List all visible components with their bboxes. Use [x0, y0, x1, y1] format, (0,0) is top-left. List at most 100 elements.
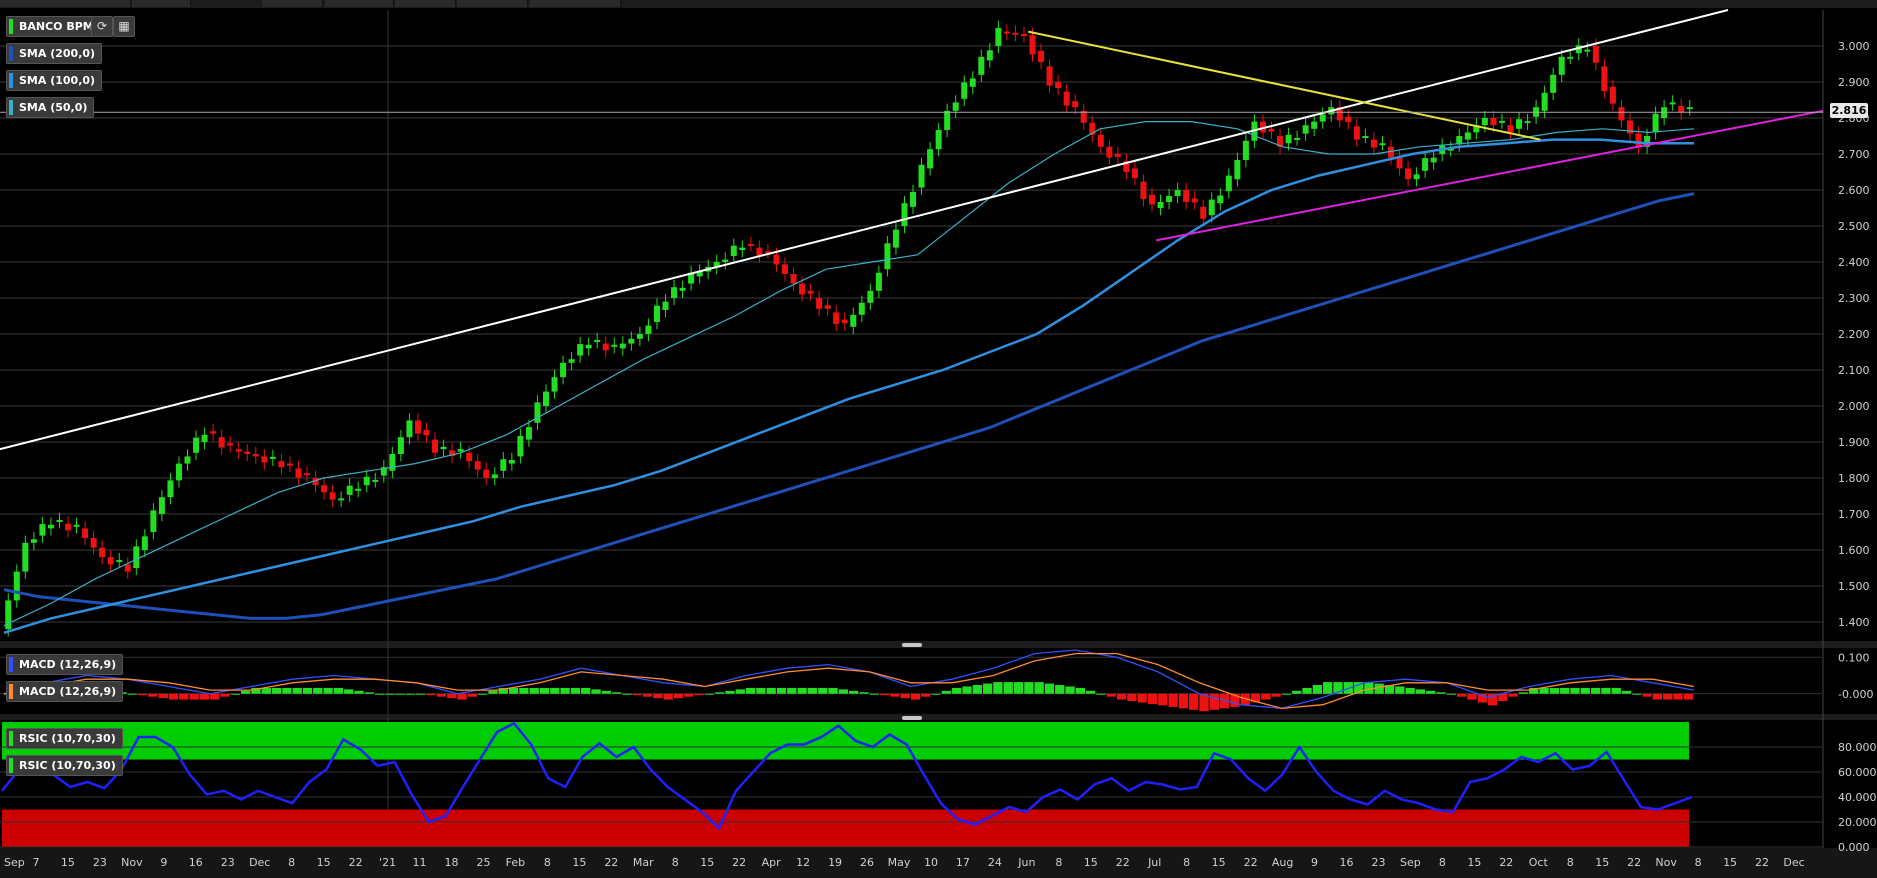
legend-rsi[interactable]: RSIC (10,70,30): [6, 728, 123, 749]
instrument-legend[interactable]: BANCO BPM: [6, 16, 101, 37]
macd-hist-bar: [632, 693, 642, 696]
candle-body: [227, 443, 234, 446]
x-tick-label: 9: [1311, 856, 1318, 869]
candle-body: [1524, 121, 1531, 124]
panel-resize-handle[interactable]: [902, 716, 922, 720]
candle-body: [1038, 50, 1045, 63]
panel-resize-handle[interactable]: [902, 643, 922, 647]
candle-body: [474, 461, 481, 470]
macd-hist-bar: [302, 687, 313, 694]
macd-hist-bar: [1024, 682, 1034, 694]
macd-hist-bar: [1075, 687, 1086, 694]
macd-hist-bar: [127, 693, 137, 695]
price-tick-label: 2.600: [1838, 184, 1870, 197]
legend-sma100[interactable]: SMA (100,0): [6, 70, 103, 91]
candle-body: [961, 82, 968, 99]
price-tick-label: 1.800: [1838, 472, 1870, 485]
candle-body: [1601, 66, 1608, 92]
macd-hist-bar: [982, 683, 993, 694]
candle-body: [389, 454, 396, 471]
candle-body: [1353, 126, 1360, 140]
candle-body: [210, 431, 217, 434]
x-tick-label: '21: [379, 856, 396, 869]
x-tick-label: 15: [1467, 856, 1481, 869]
candle-body: [1319, 114, 1326, 122]
macd-hist-bar: [735, 689, 745, 694]
rsi-oversold-band: [2, 809, 1689, 847]
x-tick-label: 16: [189, 856, 203, 869]
legend-sma50[interactable]: SMA (50,0): [6, 97, 95, 118]
x-tick-label: 23: [1371, 856, 1385, 869]
price-chart[interactable]: 3.0002.9002.8002.7002.6002.5002.4002.300…: [0, 0, 1877, 878]
macd-hist-bar: [931, 693, 941, 695]
candle-body: [457, 449, 464, 452]
sma100-swatch: [9, 73, 13, 88]
legend-sma200[interactable]: SMA (200,0): [6, 43, 103, 64]
macd-hist-bar: [292, 687, 302, 694]
macd-hist-bar: [405, 693, 416, 695]
sma50-swatch: [9, 100, 13, 115]
macd-hist-bar: [374, 693, 385, 695]
macd-histogram: [4, 682, 1693, 712]
candle-body: [1114, 154, 1121, 157]
candle-body: [935, 130, 942, 150]
candle-body: [406, 420, 413, 438]
macd-hist-bar: [941, 690, 952, 694]
candle-body: [355, 488, 362, 491]
candle-body: [321, 485, 328, 493]
x-tick-label: May: [888, 856, 911, 869]
legend-label: SMA (100,0): [19, 74, 96, 87]
macd-hist-bar: [560, 687, 570, 694]
macd-hist-bar: [776, 687, 787, 694]
x-tick-label: 19: [828, 856, 842, 869]
candle-body: [1285, 134, 1292, 144]
candle-body: [577, 344, 584, 356]
price-tick-label: 2.300: [1838, 292, 1870, 305]
legend-macd[interactable]: MACD (12,26,9): [6, 654, 124, 675]
x-tick-label: 22: [604, 856, 618, 869]
candle-body: [158, 497, 165, 514]
candle-body: [1097, 134, 1104, 147]
macd-hist-bar: [725, 690, 735, 694]
macd-hist-bar: [1281, 693, 1292, 695]
candle-body: [1072, 101, 1079, 108]
x-tick-label: 8: [1439, 856, 1446, 869]
legend-label: RSIC (10,70,30): [19, 732, 116, 745]
candle-body: [1405, 168, 1412, 180]
candle-body: [781, 264, 788, 274]
macd-hist-bar: [447, 693, 457, 699]
candle-body: [867, 290, 874, 303]
candle-body: [1464, 132, 1471, 140]
candle-body: [1166, 196, 1173, 202]
macd-hist-bar: [704, 693, 715, 695]
instrument-name: BANCO BPM: [19, 20, 94, 33]
candle-body: [722, 259, 729, 262]
legend-label: SMA (50,0): [19, 101, 88, 114]
candle-body: [747, 244, 754, 246]
macd-hist-bar: [519, 687, 529, 694]
price-tick-label: 2.400: [1838, 256, 1870, 269]
price-tick-label: 1.500: [1838, 580, 1870, 593]
candle-body: [218, 437, 225, 448]
x-tick-label: 15: [1212, 856, 1226, 869]
candle-body: [884, 243, 891, 270]
price-tick-label: 2.100: [1838, 364, 1870, 377]
rsi-tick-label: 0.000: [1838, 841, 1870, 854]
macd-hist-bar: [828, 687, 838, 694]
legend-rsi-2[interactable]: RSIC (10,70,30): [6, 755, 123, 776]
macd-hist-bar: [1044, 683, 1055, 694]
legend-macd-signal[interactable]: MACD (12,26,9): [6, 681, 124, 702]
candle-body: [1345, 116, 1352, 123]
candle-body: [39, 524, 46, 536]
candle-body: [423, 430, 430, 436]
candle-body: [739, 247, 746, 250]
macd-hist-bar: [1364, 682, 1374, 694]
macd-hist-bar: [1395, 686, 1405, 694]
candle-body: [338, 498, 345, 501]
macd-hist-bar: [220, 693, 230, 697]
legend-label: MACD (12,26,9): [19, 658, 117, 671]
calendar-icon[interactable]: ▦: [113, 16, 135, 37]
refresh-icon[interactable]: ⟳: [91, 16, 113, 37]
macd-hist-bar: [436, 693, 447, 697]
macd-hist-bar: [1312, 685, 1323, 694]
